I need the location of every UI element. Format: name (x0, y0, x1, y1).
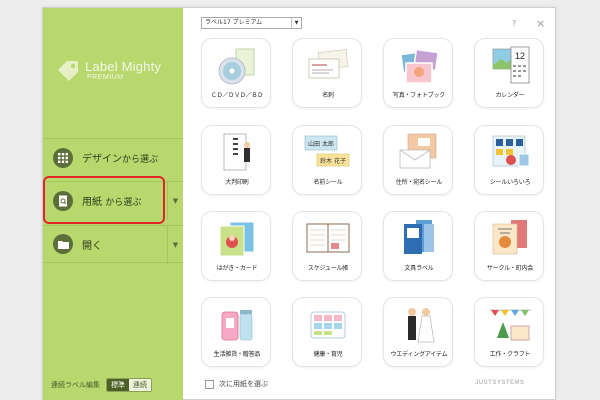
nav-design-suffix: から選ぶ (122, 155, 159, 165)
continuous-label-text: 連続ラベル編集 (51, 381, 100, 389)
category-label: 工作・クラフト (489, 351, 531, 358)
address-label-icon (399, 133, 437, 169)
app-edition: PREMIUM (87, 74, 124, 81)
sidebar: Label Mighty PREMIUM デザインから選ぶ 用紙 から選ぶ ▼ … (43, 8, 183, 400)
category-label: 名刺 (322, 92, 334, 99)
paper-search-icon (53, 190, 73, 211)
nav-paper-suffix: から選ぶ (105, 198, 142, 208)
photo-icon (400, 48, 439, 84)
category-label: ウエディングアイテム (390, 351, 448, 358)
grid-icon (53, 147, 73, 168)
continuous-toggle[interactable]: 標準 連続 (106, 378, 152, 392)
checkbox-box[interactable] (205, 379, 214, 389)
category-photo[interactable]: 写真・フォトブック (383, 38, 453, 108)
sticker-name-2: 鈴木 花子 (320, 157, 346, 165)
community-icon (492, 220, 527, 255)
nav-open-label: 開く (82, 240, 102, 252)
poster-icon (223, 133, 250, 171)
category-label: 健康・育児 (313, 351, 343, 358)
calendar-icon: 12 (492, 46, 530, 84)
category-label: ＣＤ／ＤＶＤ／ＢＤ (210, 92, 264, 99)
product-select-value: ラベル17 プレミアム (205, 19, 263, 26)
category-craft[interactable]: 工作・クラフト (474, 297, 544, 367)
category-poster[interactable]: 大判印刷 (201, 125, 271, 195)
category-label: カレンダー (495, 92, 525, 99)
planner-icon (306, 223, 350, 253)
nav-paper-label: 用紙 (82, 197, 102, 208)
category-stationery-label[interactable]: 文具ラベル (383, 211, 453, 281)
category-label: 文具ラベル (404, 265, 434, 272)
category-label: 大判印刷 (225, 179, 249, 186)
category-label: スケジュール帳 (307, 265, 349, 272)
continuous-label-edit: 連続ラベル編集 標準 連続 (51, 378, 152, 392)
checkbox-label: 次に用紙を選ぶ (219, 380, 268, 388)
business-card-icon (308, 49, 349, 79)
nav-paper[interactable]: 用紙 から選ぶ ▼ (43, 181, 183, 220)
category-stickers[interactable]: シールいろいろ (474, 125, 544, 195)
category-cd-dvd-bd[interactable]: ＣＤ／ＤＶＤ／ＢＤ (201, 38, 271, 108)
brand-logo: JUSTSYSTEMS (475, 380, 525, 386)
nav-design[interactable]: デザインから選ぶ (43, 138, 183, 176)
nav-open-expand-icon[interactable]: ▼ (167, 226, 183, 264)
category-business-card[interactable]: 名刺 (292, 38, 362, 108)
craft-icon (489, 309, 531, 341)
nav-design-label: デザイン (82, 154, 122, 165)
category-calendar[interactable]: 12 カレンダー (474, 38, 544, 108)
chevron-down-icon[interactable]: ▼ (291, 18, 301, 28)
category-health[interactable]: 健康・育児 (292, 297, 362, 367)
toggle-standard[interactable]: 標準 (107, 379, 129, 391)
category-postcard[interactable]: はがき・カード (201, 211, 271, 281)
category-address-label[interactable]: 住所・宛名シール (383, 125, 453, 195)
category-wedding[interactable]: ウエディングアイテム (383, 297, 453, 367)
next-paper-checkbox[interactable]: 次に用紙を選ぶ (205, 379, 268, 389)
category-label: 名前シール (313, 179, 343, 186)
category-gift[interactable]: 生活雑貨・贈答品 (201, 297, 271, 367)
help-icon[interactable]: ? (512, 19, 516, 28)
sticker-name-1: 山田 太郎 (308, 140, 334, 148)
nav-paper-expand-icon[interactable]: ▼ (167, 182, 183, 220)
postcard-icon (219, 221, 255, 257)
nav-open[interactable]: 開く ▼ (43, 225, 183, 264)
stationery-label-icon (404, 220, 434, 254)
toggle-continuous[interactable]: 連続 (129, 379, 151, 391)
category-label: シールいろいろ (489, 179, 531, 186)
calendar-number: 12 (515, 51, 525, 61)
app-window: Label Mighty PREMIUM デザインから選ぶ 用紙 から選ぶ ▼ … (42, 7, 556, 400)
close-icon[interactable]: × (536, 17, 545, 30)
category-label: 写真・フォトブック (392, 92, 446, 99)
name-sticker-icon: 山田 太郎 鈴木 花子 (304, 135, 350, 167)
folder-icon (53, 234, 73, 254)
stickers-icon (492, 135, 530, 167)
category-label: 生活雑貨・贈答品 (213, 351, 261, 358)
category-label: 住所・宛名シール (395, 179, 443, 186)
health-icon (310, 311, 346, 339)
product-select[interactable]: ラベル17 プレミアム ▼ (201, 17, 302, 29)
disc-icon (218, 48, 255, 85)
category-label: サークル・町内会 (486, 265, 534, 272)
category-name-sticker[interactable]: 山田 太郎 鈴木 花子 名前シール (292, 125, 362, 195)
wedding-icon (408, 308, 435, 343)
category-community[interactable]: サークル・町内会 (474, 211, 544, 281)
app-name: Label Mighty (85, 59, 162, 74)
category-planner[interactable]: スケジュール帳 (292, 211, 362, 281)
tag-logo-icon (58, 61, 78, 81)
gift-icon (221, 310, 253, 341)
app-logo: Label Mighty PREMIUM (55, 58, 161, 84)
category-label: はがき・カード (216, 265, 258, 272)
